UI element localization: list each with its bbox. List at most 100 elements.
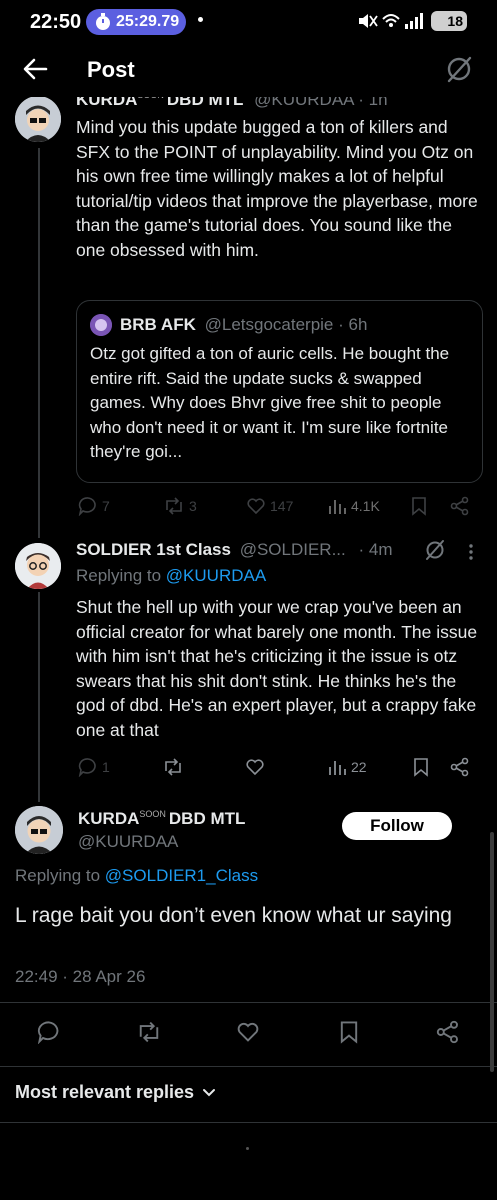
tweet-header: KURDASOON DBD MTL [78, 809, 245, 829]
bookmark-icon [412, 497, 426, 516]
replying-to: Replying to @SOLDIER1_Class [15, 866, 258, 886]
status-icons [357, 10, 425, 34]
chevron-down-icon [203, 1088, 216, 1096]
handle[interactable]: @SOLDIER... [240, 540, 346, 559]
tweet-text: Shut the hell up with your we crap you'v… [76, 597, 478, 740]
heart-icon [247, 498, 265, 515]
tweet-actions: 1 22 [76, 757, 486, 781]
sort-replies-dropdown[interactable]: Most relevant replies [15, 1082, 216, 1103]
mention-link[interactable]: @KUURDAA [166, 566, 266, 585]
reply-button[interactable]: 1 [78, 757, 110, 777]
avatar[interactable] [15, 96, 61, 142]
follow-button[interactable]: Follow [342, 812, 452, 840]
thread-connector [38, 148, 40, 538]
repost-button[interactable]: 3 [163, 496, 197, 516]
quote-display-name: BRB AFK [120, 315, 196, 334]
display-name[interactable]: SOLDIER 1st Class [76, 540, 231, 559]
stopwatch-icon [94, 13, 112, 31]
grok-icon[interactable] [424, 539, 446, 561]
divider [0, 1122, 497, 1123]
heart-icon [237, 1022, 259, 1042]
share-button[interactable] [450, 757, 470, 777]
avatar[interactable] [15, 806, 63, 854]
reply-count: 7 [102, 498, 110, 514]
views-icon [329, 500, 346, 514]
share-icon [436, 1020, 458, 1044]
views-button[interactable]: 4.1K [327, 496, 380, 516]
tweet-text: Mind you this update bugged a ton of kil… [76, 117, 478, 260]
view-count: 22 [351, 759, 367, 775]
thread-connector [38, 592, 40, 802]
tweet-actions [0, 1020, 497, 1048]
repost-count: 3 [189, 498, 197, 514]
share-icon [450, 496, 469, 516]
back-arrow-icon[interactable] [22, 56, 48, 82]
bookmark-icon [414, 758, 428, 777]
repost-button[interactable] [136, 1020, 162, 1044]
notification-dot [198, 17, 203, 22]
like-button[interactable] [236, 1020, 260, 1044]
like-button[interactable] [245, 757, 265, 777]
handle[interactable]: @KUURDAA [78, 832, 178, 852]
display-name-rest[interactable]: DBD MTL [169, 809, 245, 828]
quote-avatar [90, 314, 112, 336]
reply-count: 1 [102, 759, 110, 775]
display-name[interactable]: KURDA [78, 809, 139, 828]
repost-icon [139, 1021, 159, 1043]
more-options-icon[interactable] [468, 543, 474, 561]
divider [0, 1002, 497, 1003]
like-count: 147 [270, 498, 294, 514]
reply-icon [78, 497, 96, 516]
wifi-icon [382, 14, 400, 27]
bookmark-button[interactable] [338, 1020, 360, 1044]
mute-icon [359, 14, 378, 28]
name-badge: SOON [139, 809, 166, 819]
replying-to-prefix: Replying to [76, 566, 162, 585]
reply-icon [78, 758, 96, 777]
reply-button[interactable] [37, 1020, 61, 1044]
grok-icon[interactable] [445, 55, 473, 83]
views-button[interactable]: 22 [327, 757, 367, 777]
repost-icon [165, 758, 181, 776]
scrollbar[interactable] [490, 832, 494, 1072]
repost-button[interactable] [162, 757, 184, 777]
share-button[interactable] [450, 496, 470, 516]
bookmark-button[interactable] [412, 757, 430, 777]
replying-to: Replying to @KUURDAA [76, 566, 266, 586]
tweet-text: L rage bait you don’t even know what ur … [15, 904, 452, 927]
bookmark-button[interactable] [410, 496, 428, 516]
stopwatch-value: 25:29.79 [116, 13, 180, 30]
signal-icon [405, 13, 423, 29]
battery-level: 18 [447, 13, 463, 29]
quoted-tweet[interactable]: BRB AFK @Letsgocaterpie · 6h Otz got gif… [76, 300, 483, 483]
heart-icon [246, 759, 264, 776]
view-count: 4.1K [351, 498, 380, 514]
share-button[interactable] [436, 1020, 460, 1044]
quote-handle: @Letsgocaterpie · 6h [204, 315, 368, 334]
status-bar: 22:50 25:29.79 18 [0, 0, 497, 42]
avatar[interactable] [15, 543, 61, 589]
stopwatch-pill[interactable]: 25:29.79 [86, 9, 186, 35]
top-app-bar-overlay: Post [0, 44, 497, 96]
status-time: 22:50 [30, 11, 82, 33]
repost-icon [166, 497, 182, 515]
bookmark-icon [340, 1021, 358, 1044]
tweet-header: SOLDIER 1st Class @SOLDIER... · 4m [76, 540, 392, 560]
page-title: Post [87, 57, 135, 82]
share-icon [450, 757, 469, 777]
tweet-time: · 4m [358, 540, 393, 559]
like-button[interactable]: 147 [246, 496, 293, 516]
battery-indicator: 18 [431, 11, 467, 31]
views-icon [329, 761, 346, 775]
divider [0, 1066, 497, 1067]
tweet-actions: 7 3 147 4.1K [76, 496, 486, 520]
replying-to-prefix: Replying to [15, 866, 101, 885]
mention-link[interactable]: @SOLDIER1_Class [105, 866, 258, 885]
loading-indicator [246, 1147, 249, 1150]
quote-header: BRB AFK @Letsgocaterpie · 6h [120, 315, 367, 335]
quote-text: Otz got gifted a ton of auric cells. He … [90, 344, 450, 461]
sort-label: Most relevant replies [15, 1082, 195, 1102]
timestamp: 22:49 · 28 Apr 26 [15, 967, 146, 986]
reply-button[interactable]: 7 [78, 496, 110, 516]
reply-icon [37, 1021, 59, 1044]
